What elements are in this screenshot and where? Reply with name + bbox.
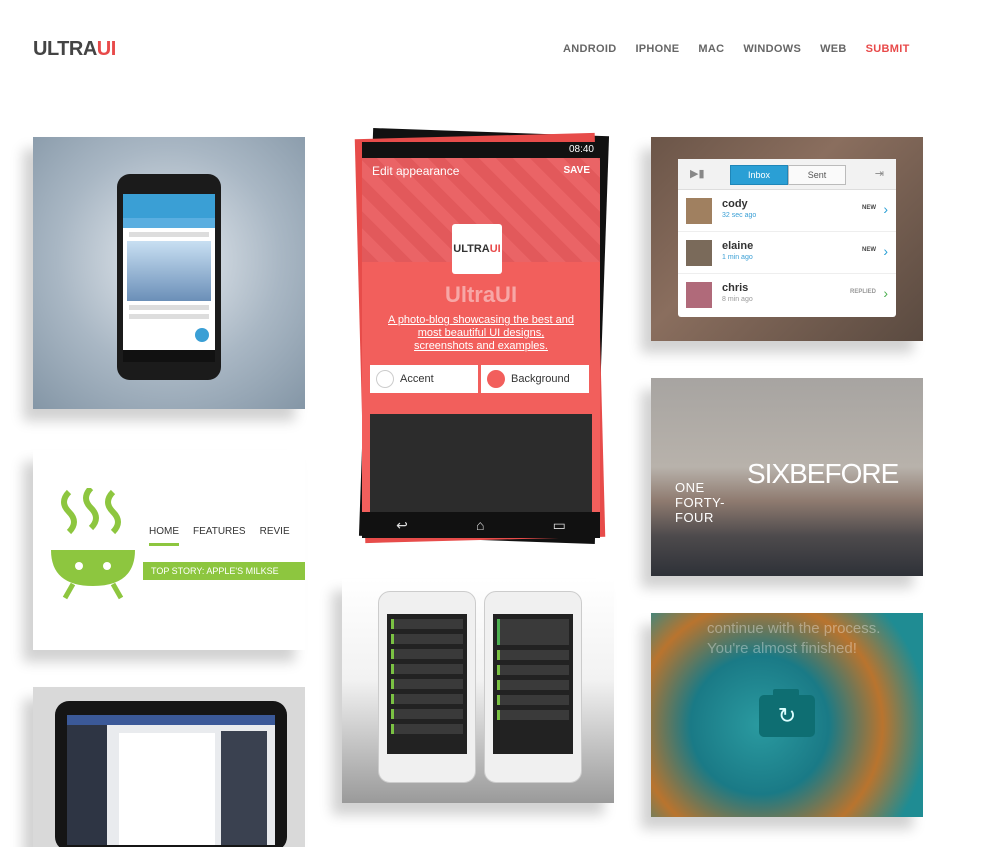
video-icon: ▶▮: [690, 168, 705, 180]
messages-panel: ▶▮ Inbox Sent ⇥ cody 32 sec ago NEW › el…: [678, 159, 896, 317]
tile-camera-restore[interactable]: continue with the process. You're almost…: [651, 613, 923, 817]
tile-six-before[interactable]: SIXBEFORE ONE FORTY-FOUR: [651, 378, 923, 576]
nav-windows[interactable]: WINDOWS: [743, 43, 801, 55]
logo-accent: UI: [96, 38, 117, 60]
phone-mockup-right: [484, 591, 582, 783]
recents-icon: ▭: [552, 516, 566, 533]
chevron-right-icon: ›: [883, 201, 888, 217]
status-time: 08:40: [362, 142, 600, 158]
menu-home: HOME: [149, 526, 179, 546]
tablet-screen: [67, 715, 275, 845]
nav-web[interactable]: WEB: [820, 43, 847, 55]
main-nav: ANDROID IPHONE MAC WINDOWS WEB SUBMIT: [563, 43, 910, 55]
tile-messages-list[interactable]: ▶▮ Inbox Sent ⇥ cody 32 sec ago NEW › el…: [651, 137, 923, 341]
app-description: A photo-blog showcasing the best and mos…: [388, 314, 574, 352]
chevron-right-icon: ›: [883, 285, 888, 301]
message-row: elaine 1 min ago NEW ›: [678, 232, 896, 274]
fab-icon: [195, 328, 209, 342]
android-bowl-logo: [51, 488, 135, 600]
blurred-instructions: continue with the process. You're almost…: [707, 620, 881, 657]
radio-icon: [487, 370, 505, 388]
menu-features: FEATURES: [193, 526, 246, 537]
tile-tablet-facebook[interactable]: [33, 687, 305, 847]
inbox-sent-switch: Inbox Sent: [730, 165, 846, 185]
app-badge: ULTRAUI: [452, 224, 502, 274]
edit-appearance-screen: 08:40 Edit appearance SAVE ULTRAUI Ultra…: [362, 142, 600, 538]
tablet-mockup: [55, 701, 287, 847]
screen-title: Edit appearance: [372, 164, 460, 178]
background-option: Background: [481, 365, 589, 393]
top-story-banner: TOP STORY: APPLE'S MILKSE: [143, 562, 305, 580]
message-row: cody 32 sec ago NEW ›: [678, 190, 896, 232]
website-screenshot: [370, 414, 592, 514]
phone-screen: [123, 194, 215, 362]
home-icon: ⌂: [476, 517, 485, 533]
nav-submit[interactable]: SUBMIT: [866, 43, 910, 55]
menu-reviews: REVIE: [259, 526, 290, 537]
tab-sent: Sent: [788, 165, 846, 185]
accent-option: Accent: [370, 365, 478, 393]
tile-lookout-phones[interactable]: [342, 579, 614, 803]
radio-icon: [376, 370, 394, 388]
logo-prefix: ULTRA: [33, 38, 97, 60]
tile-android-blog[interactable]: HOME FEATURES REVIE TOP STORY: APPLE'S M…: [33, 450, 305, 650]
phone-mockup-left: [378, 591, 476, 783]
avatar: [686, 198, 712, 224]
blog-menu: HOME FEATURES REVIE: [149, 526, 304, 546]
chevron-right-icon: ›: [883, 243, 888, 259]
tile-android-phone-twitter[interactable]: [33, 137, 305, 409]
compose-icon: ⇥: [874, 168, 884, 180]
message-row: chris 8 min ago REPLIED ›: [678, 274, 896, 315]
site-logo[interactable]: ULTRAUI: [33, 38, 116, 61]
android-navbar: ↩ ⌂ ▭: [362, 512, 600, 538]
nav-android[interactable]: ANDROID: [563, 43, 616, 55]
app-name: UltraUI: [444, 282, 518, 307]
phone-mockup: [117, 174, 221, 380]
tile-edit-appearance[interactable]: 08:40 Edit appearance SAVE ULTRAUI Ultra…: [342, 128, 614, 546]
save-button: SAVE: [563, 165, 591, 176]
avatar: [686, 240, 712, 266]
tab-inbox: Inbox: [730, 165, 788, 185]
nav-iphone[interactable]: IPHONE: [635, 43, 679, 55]
camera-restore-icon: ↻: [759, 689, 815, 737]
avatar: [686, 282, 712, 308]
back-icon: ↩: [396, 516, 408, 533]
nav-mac[interactable]: MAC: [698, 43, 724, 55]
